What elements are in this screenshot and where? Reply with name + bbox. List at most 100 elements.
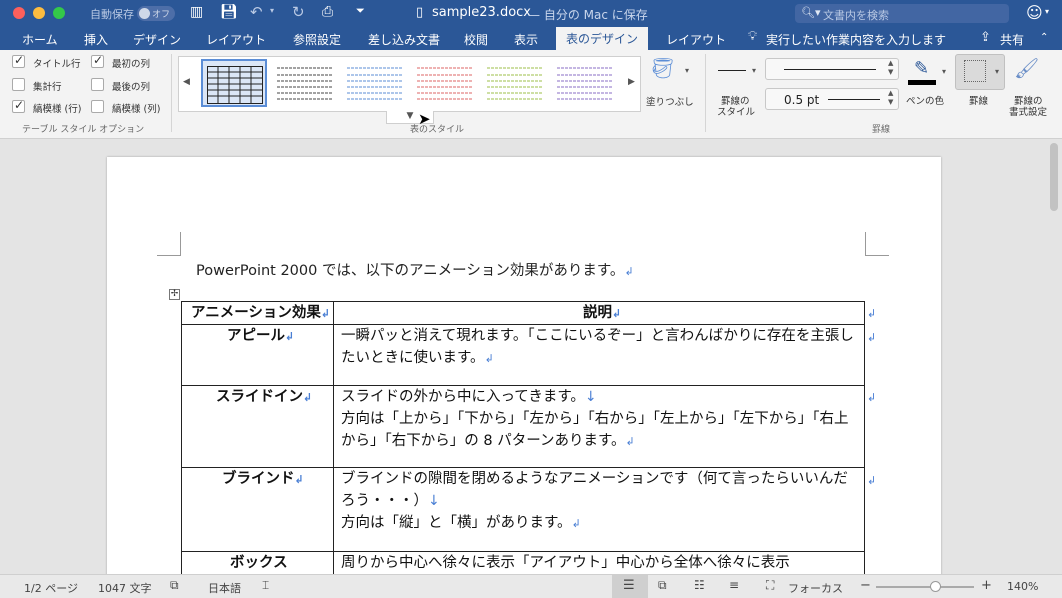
tab-design[interactable]: デザイン: [133, 31, 181, 48]
autosave-toggle[interactable]: オフ: [137, 6, 175, 21]
tab-home[interactable]: ホーム: [22, 31, 58, 48]
last-column-checkbox[interactable]: [91, 78, 104, 91]
word-count[interactable]: 1047 文字: [98, 580, 152, 596]
banded-rows-label: 縞模様 (行): [33, 104, 82, 115]
description-cell[interactable]: ブラインドの隙間を閉めるようなアニメーションです（何て言ったらいいんだろう・・・…: [341, 468, 859, 535]
outline-view-icon[interactable]: ☷: [694, 578, 705, 592]
language-indicator[interactable]: 日本語: [208, 580, 241, 596]
group-divider: [171, 54, 172, 132]
shading-dropdown-icon[interactable]: ▾: [685, 66, 689, 75]
border-painter-icon[interactable]: 🖌︎: [1014, 56, 1039, 80]
undo-dropdown-icon[interactable]: ▾: [270, 6, 274, 15]
search-box[interactable]: 🔍︎▾ 文書内を検索: [795, 4, 1009, 23]
share-icon[interactable]: ⇪: [980, 30, 991, 45]
zoom-level[interactable]: 140%: [1007, 580, 1038, 593]
table-style-3[interactable]: [342, 60, 408, 108]
undo-icon[interactable]: ↶: [250, 3, 263, 21]
pen-color-dropdown-icon[interactable]: ▾: [942, 67, 946, 76]
zoom-in-icon[interactable]: +: [981, 578, 992, 593]
table-style-4[interactable]: [412, 60, 478, 108]
tab-layout[interactable]: レイアウト: [206, 31, 266, 48]
line-weight-select[interactable]: 0.5 pt ▲ ▼: [765, 88, 899, 110]
border-style-dropdown-icon[interactable]: ▾: [752, 66, 756, 75]
description-cell[interactable]: 一瞬パッと消えて現れます。「ここにいるぞー」と言わんばかりに存在を主張したいとき…: [341, 325, 859, 370]
border-style-preview[interactable]: [718, 70, 746, 71]
pen-color-swatch[interactable]: [908, 80, 936, 85]
line-style-select[interactable]: ▲ ▼: [765, 58, 899, 80]
mouse-cursor-icon: ➤: [418, 110, 431, 128]
header-cell-description[interactable]: 説明↲: [583, 302, 621, 325]
header-cell-effect[interactable]: アニメーション効果↲: [191, 302, 330, 325]
read-mode-icon[interactable]: ⧉: [658, 578, 667, 593]
borders-button[interactable]: ▾: [955, 54, 1005, 90]
tell-me-input[interactable]: 実行したい作業内容を入力します: [766, 31, 946, 48]
gallery-next-icon[interactable]: ▶: [628, 77, 635, 87]
zoom-window-button[interactable]: [53, 7, 65, 19]
customize-toolbar-icon[interactable]: ⏷: [356, 4, 365, 18]
document-location: — 自分の Mac に保存: [528, 8, 648, 22]
zoom-out-icon[interactable]: −: [860, 578, 871, 593]
table-style-5[interactable]: [482, 60, 548, 108]
borders-label: 罫線: [969, 96, 989, 107]
save-icon[interactable]: 💾︎: [220, 4, 238, 20]
focus-button[interactable]: フォーカス: [788, 580, 843, 596]
banded-rows-checkbox[interactable]: [12, 98, 25, 113]
tab-view[interactable]: 表示: [514, 31, 538, 48]
print-icon[interactable]: ⎙: [322, 4, 333, 20]
minimize-window-button[interactable]: [33, 7, 45, 19]
tab-table-layout[interactable]: レイアウト: [666, 31, 726, 48]
tab-review[interactable]: 校閲: [464, 31, 488, 48]
share-button[interactable]: 共有: [1000, 31, 1024, 48]
group-divider: [705, 54, 706, 132]
document-page[interactable]: PowerPoint 2000 では、以下のアニメーション効果があります。↲ ✢…: [107, 157, 941, 574]
description-cell[interactable]: スライドの外から中に入ってきます。↓ 方向は「上から」「下から」「左から」「右から…: [341, 386, 859, 453]
table-right-border: [864, 301, 865, 574]
description-cell[interactable]: 周りから中心へ徐々に表示「アイアウト」中心から全体へ徐々に表示: [341, 552, 859, 574]
tab-references[interactable]: 参照設定: [293, 31, 341, 48]
close-window-button[interactable]: [13, 7, 25, 19]
intro-paragraph[interactable]: PowerPoint 2000 では、以下のアニメーション効果があります。↲: [196, 259, 634, 280]
effect-cell[interactable]: ボックス: [230, 552, 288, 574]
redo-icon[interactable]: ↻: [292, 3, 305, 21]
total-row-label: 集計行: [33, 82, 62, 93]
border-painter-label-line2: 書式設定: [1009, 107, 1048, 118]
autosave-label: 自動保存: [90, 8, 134, 21]
total-row-checkbox[interactable]: [12, 78, 25, 91]
ribbon-tabs: ホーム 挿入 デザイン レイアウト 参照設定 差し込み文書 校閲 表示 表のデザ…: [0, 27, 1062, 50]
gallery-prev-icon[interactable]: ◀: [183, 77, 190, 87]
row-end-mark: ↲: [867, 331, 877, 344]
effect-cell[interactable]: ブラインド↲: [222, 468, 304, 491]
user-dropdown-icon[interactable]: ▾: [1045, 7, 1049, 16]
focus-icon[interactable]: ⛶: [766, 578, 774, 593]
draft-view-icon[interactable]: ≡: [729, 578, 739, 592]
page-count[interactable]: 1/2 ページ: [24, 580, 78, 596]
search-input[interactable]: 文書内を検索: [823, 7, 889, 23]
margin-mark-right: [865, 232, 889, 256]
shading-label: 塗りつぶし: [646, 97, 694, 108]
banded-columns-checkbox[interactable]: [91, 100, 104, 113]
header-row-checkbox[interactable]: [12, 53, 25, 68]
tab-mailings[interactable]: 差し込み文書: [368, 31, 440, 48]
sidebar-toggle-icon[interactable]: ▥: [190, 4, 203, 20]
accessibility-icon[interactable]: ⌶: [262, 578, 269, 593]
table-move-handle-icon[interactable]: ✢: [169, 289, 180, 300]
effect-cell[interactable]: スライドイン↲: [216, 386, 312, 409]
zoom-slider[interactable]: [876, 581, 974, 592]
tab-insert[interactable]: 挿入: [84, 31, 108, 48]
print-layout-button[interactable]: ☰: [612, 575, 648, 598]
vertical-scrollbar-thumb[interactable]: [1050, 143, 1058, 211]
table-style-2[interactable]: [272, 60, 338, 108]
table-style-6[interactable]: [552, 60, 618, 108]
proofing-icon[interactable]: ⧉: [170, 578, 179, 593]
shading-bucket-icon[interactable]: 🪣︎: [650, 56, 675, 80]
tab-table-design[interactable]: 表のデザイン: [556, 27, 649, 50]
collapse-ribbon-icon[interactable]: ⌃: [1040, 32, 1048, 43]
first-column-checkbox[interactable]: [91, 53, 104, 68]
table-style-1[interactable]: [201, 59, 267, 107]
user-smiley-icon[interactable]: ☺: [1026, 3, 1043, 22]
column-divider: [333, 301, 334, 574]
zoom-slider-thumb[interactable]: [929, 581, 941, 592]
header-row-label: タイトル行: [33, 59, 81, 70]
effect-cell[interactable]: アピール↲: [227, 325, 294, 348]
pen-icon[interactable]: ✎: [914, 58, 929, 79]
